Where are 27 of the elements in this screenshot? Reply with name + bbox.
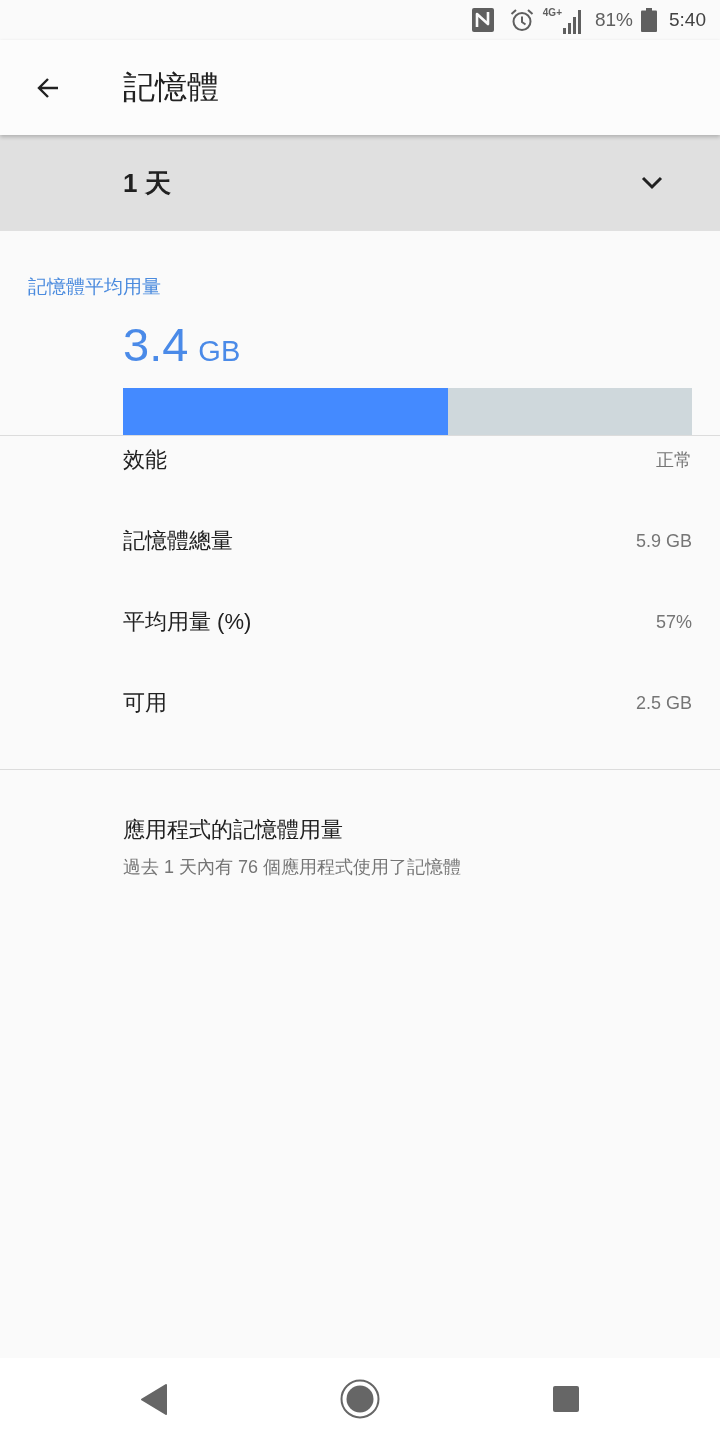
triangle-back-icon — [140, 1382, 168, 1416]
app-usage-summary: 過去 1 天內有 76 個應用程式使用了記憶體 — [123, 856, 462, 879]
stat-label: 可用 — [123, 689, 167, 717]
nfc-icon — [470, 7, 495, 33]
battery-percent: 81% — [595, 9, 633, 31]
back-arrow-icon — [36, 75, 60, 100]
stat-value: 57% — [655, 611, 692, 633]
stat-label: 平均用量 (%) — [123, 608, 252, 636]
home-circle-icon — [340, 1379, 380, 1419]
signal-icon — [563, 10, 581, 34]
alarm-clock-icon — [509, 8, 534, 32]
average-usage-value: 3.4 — [123, 317, 189, 373]
stat-value: 2.5 GB — [635, 692, 692, 714]
stat-value: 5.9 GB — [635, 530, 692, 552]
app-usage-title[interactable]: 應用程式的記憶體用量 — [123, 815, 343, 845]
clock-time: 5:40 — [669, 9, 706, 31]
square-recents-icon — [553, 1386, 579, 1412]
average-usage-unit: GB — [198, 334, 241, 369]
chevron-down-icon — [641, 176, 663, 190]
stat-label: 記憶體總量 — [123, 527, 233, 555]
section-label: 記憶體平均用量 — [28, 275, 161, 299]
battery-icon — [641, 8, 657, 32]
stat-value: 正常 — [656, 449, 692, 472]
page-title: 記憶體 — [123, 67, 219, 107]
period-dropdown[interactable]: 1 天 — [0, 135, 720, 231]
network-type-label: 4G+ — [542, 8, 562, 18]
stat-label: 效能 — [123, 446, 167, 474]
